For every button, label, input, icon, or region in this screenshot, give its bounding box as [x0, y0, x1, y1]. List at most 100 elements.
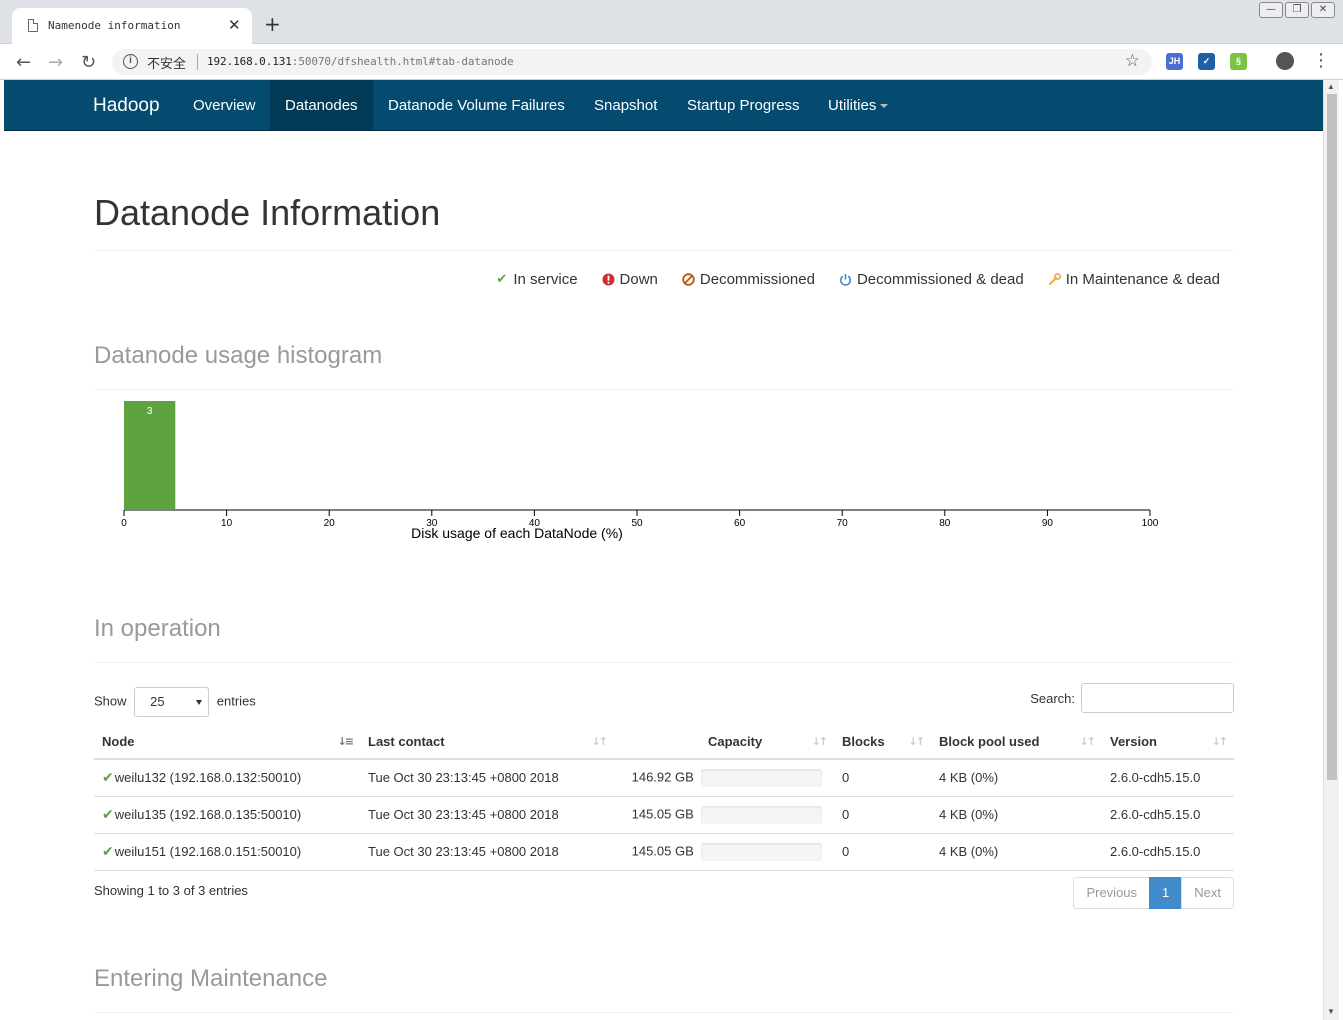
capacity-bar: [701, 805, 822, 824]
forward-icon[interactable]: →: [48, 52, 63, 73]
divider: [94, 1012, 1234, 1013]
x-tick-label: 60: [734, 518, 746, 529]
histogram-bar-label: 3: [147, 406, 153, 417]
capacity-bar: [701, 842, 822, 861]
sort-icon: ↓↑: [1211, 735, 1229, 748]
x-tick-label: 90: [1042, 518, 1054, 529]
restore-icon[interactable]: ❐: [1285, 2, 1309, 18]
menu-kebab-icon[interactable]: ⋮: [1312, 50, 1330, 71]
datanode-table: Node ↓≡ Last contact ↓↑ Capacity ↓↑ Blocks ↓…: [94, 725, 1234, 871]
column-label: Node: [102, 734, 135, 749]
table-row: ✔weilu135 (192.168.0.135:50010) Tue Oct …: [94, 796, 1234, 834]
sort-icon: ↓↑: [811, 735, 829, 748]
caret-down-icon: [880, 104, 889, 109]
table-search: Search:: [1030, 683, 1234, 713]
page-1-button[interactable]: 1: [1149, 877, 1183, 909]
legend-down: Down: [602, 271, 658, 288]
capacity-bar: [701, 768, 822, 787]
cell-last-contact: Tue Oct 30 23:13:45 +0800 2018: [360, 833, 614, 871]
table-header-row: Node ↓≡ Last contact ↓↑ Capacity ↓↑ Blocks ↓…: [94, 725, 1234, 760]
maintenance-heading: Entering Maintenance: [94, 965, 328, 992]
cell-node: ✔weilu135 (192.168.0.135:50010): [94, 796, 360, 834]
wrench-icon: [1048, 273, 1061, 286]
exclamation-circle-icon: [602, 273, 615, 286]
nav-utilities[interactable]: Utilities: [813, 80, 903, 130]
info-icon[interactable]: i: [123, 54, 138, 69]
legend-label: In service: [513, 271, 578, 288]
check-icon: ✔: [496, 272, 508, 287]
minimize-icon[interactable]: —: [1259, 2, 1283, 18]
next-button[interactable]: Next: [1181, 877, 1234, 909]
x-tick-label: 100: [1142, 518, 1159, 529]
divider: [94, 250, 1234, 251]
nav-snapshot[interactable]: Snapshot: [579, 80, 672, 130]
cell-version: 2.6.0-cdh5.15.0: [1102, 833, 1234, 871]
cell-capacity: 145.05 GB: [614, 833, 834, 871]
scroll-down-icon[interactable]: ▼: [1327, 1007, 1335, 1016]
address-separator: [197, 54, 198, 70]
vertical-scrollbar[interactable]: ▲ ▼: [1323, 80, 1339, 1020]
sort-desc-icon: ↓≡: [337, 735, 355, 748]
node-name: weilu151 (192.168.0.151:50010): [114, 843, 302, 859]
bookmark-star-icon[interactable]: ☆: [1125, 51, 1140, 71]
x-tick-label: 50: [631, 518, 643, 529]
browser-tab[interactable]: Namenode information ✕: [12, 8, 252, 44]
node-name: weilu132 (192.168.0.132:50010): [114, 769, 302, 785]
nav-overview[interactable]: Overview: [178, 80, 271, 130]
scroll-up-icon[interactable]: ▲: [1327, 82, 1335, 91]
close-tab-icon[interactable]: ✕: [228, 16, 241, 34]
extension-check-icon[interactable]: ✓: [1198, 53, 1215, 70]
nav-datanodes[interactable]: Datanodes: [270, 80, 373, 130]
nav-startup-progress[interactable]: Startup Progress: [672, 80, 815, 130]
x-tick-label: 70: [837, 518, 849, 529]
legend-in-service: ✔ In service: [495, 271, 577, 288]
column-last-contact[interactable]: Last contact ↓↑: [360, 725, 614, 760]
extension-green-icon[interactable]: §: [1230, 53, 1247, 70]
legend-decommissioned: Decommissioned: [682, 271, 815, 288]
url-text[interactable]: 192.168.0.131:50070/dfshealth.html#tab-d…: [207, 55, 514, 68]
profile-avatar-icon[interactable]: [1276, 52, 1294, 70]
column-capacity[interactable]: Capacity ↓↑: [614, 725, 834, 760]
cell-capacity: 146.92 GB: [614, 759, 834, 797]
search-input[interactable]: [1081, 683, 1234, 713]
address-bar[interactable]: i 不安全 192.168.0.131:50070/dfshealth.html…: [112, 49, 1152, 75]
nav-volume-failures[interactable]: Datanode Volume Failures: [373, 80, 580, 130]
entries-select[interactable]: 25: [134, 687, 210, 717]
window-close-icon[interactable]: ✕: [1311, 2, 1335, 18]
cell-block-pool-used: 4 KB (0%): [931, 833, 1102, 871]
usage-histogram: 30 10 20 30 40 50 60 70 80 90 100Disk usage of eac…: [121, 401, 1159, 541]
column-label: Version: [1110, 734, 1157, 749]
column-block-pool-used[interactable]: Block pool used ↓↑: [931, 725, 1102, 760]
browser-toolbar: ← → ↻ i 不安全 192.168.0.131:50070/dfshealt…: [0, 44, 1343, 80]
browser-tabstrip: Namenode information ✕ + — ❐ ✕: [0, 0, 1343, 44]
node-name: weilu135 (192.168.0.135:50010): [114, 806, 302, 822]
previous-button[interactable]: Previous: [1073, 877, 1151, 909]
new-tab-button[interactable]: +: [264, 12, 281, 36]
hadoop-navbar: Hadoop Overview Datanodes Datanode Volum…: [4, 80, 1323, 131]
back-icon[interactable]: ←: [16, 52, 31, 73]
search-label: Search:: [1030, 690, 1075, 706]
cell-capacity: 145.05 GB: [614, 796, 834, 834]
capacity-value: 145.05 GB: [631, 805, 694, 821]
reload-icon[interactable]: ↻: [81, 52, 96, 73]
power-icon: [839, 274, 852, 286]
url-path: :50070/dfshealth.html#tab-datanode: [291, 55, 514, 68]
window-controls: — ❐ ✕: [1257, 2, 1335, 18]
column-version[interactable]: Version ↓↑: [1102, 725, 1234, 760]
scrollbar-thumb[interactable]: [1327, 94, 1337, 780]
cell-blocks: 0: [834, 833, 931, 871]
page-title: Datanode Information: [94, 192, 441, 233]
ban-icon: [682, 273, 695, 286]
cell-version: 2.6.0-cdh5.15.0: [1102, 759, 1234, 797]
security-label[interactable]: 不安全: [147, 53, 186, 72]
column-blocks[interactable]: Blocks ↓↑: [834, 725, 931, 760]
column-node[interactable]: Node ↓≡: [94, 725, 360, 760]
entries-length-control: Show 25 entries: [94, 687, 256, 717]
extension-jh-icon[interactable]: JH: [1166, 53, 1183, 70]
divider: [94, 662, 1234, 663]
check-icon: ✔: [102, 843, 114, 860]
brand-logo[interactable]: Hadoop: [93, 95, 160, 117]
nav-utilities-label: Utilities: [828, 97, 877, 114]
x-tick-label: 80: [939, 518, 951, 529]
entries-label: entries: [216, 693, 256, 709]
